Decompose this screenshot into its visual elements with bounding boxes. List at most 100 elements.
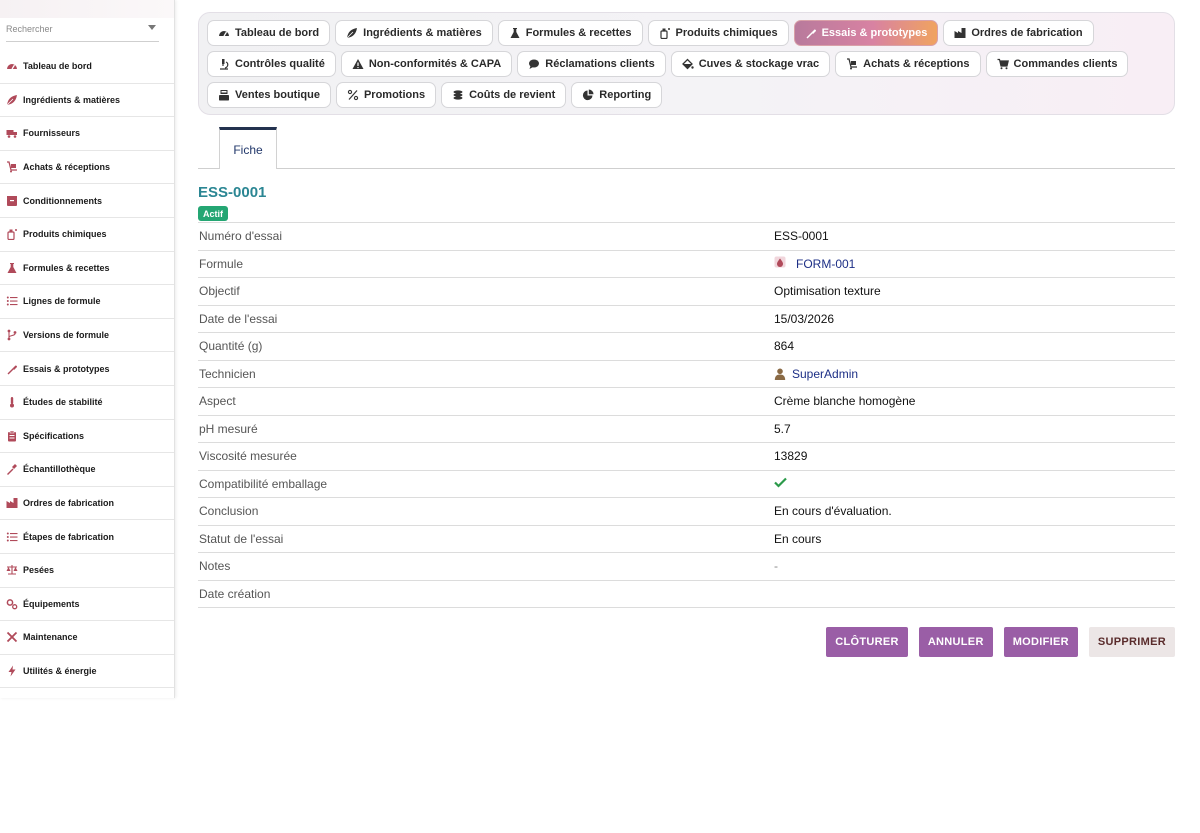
module-button[interactable]: Produits chimiques (647, 20, 789, 46)
field-value (774, 477, 787, 491)
module-button[interactable]: Reporting (571, 82, 663, 108)
list-icon (6, 295, 18, 307)
module-button[interactable]: Formules & recettes (497, 20, 643, 46)
module-button[interactable]: Cuves & stockage vrac (670, 51, 831, 77)
field-row: Notes - (198, 553, 1175, 581)
module-button[interactable]: Promotions (335, 82, 437, 108)
sidebar-item-label: Échantillothèque (23, 464, 96, 475)
sidebar-item[interactable]: Lignes de formule (0, 285, 174, 319)
sidebar-item[interactable]: Achats & réceptions (0, 151, 174, 185)
field-row: Date création (198, 581, 1175, 608)
sidebar-item[interactable]: Conditionnements (0, 184, 174, 218)
module-button[interactable]: Ordres de fabrication (943, 20, 1094, 46)
field-row: Date de l'essai 15/03/2026 (198, 306, 1175, 333)
module-button-label: Reporting (599, 89, 652, 101)
sidebar-item[interactable]: Équipements (0, 588, 174, 622)
sidebar-item-label: Spécifications (23, 430, 85, 441)
field-row: Technicien SuperAdmin (198, 361, 1175, 388)
field-row: Objectif Optimisation texture (198, 278, 1175, 306)
field-value-text: 13829 (774, 449, 808, 464)
module-button[interactable]: Contrôles qualité (207, 51, 336, 77)
sidebar-item-label: Ingrédients & matières (23, 94, 121, 105)
sidebar-item[interactable]: Fournisseurs (0, 117, 174, 151)
module-button[interactable]: Commandes clients (985, 51, 1129, 77)
sidebar-item[interactable]: Étapes de fabrication (0, 520, 174, 554)
technician-link[interactable]: SuperAdmin (792, 367, 858, 381)
field-value-text: Crème blanche homogène (774, 394, 916, 409)
user-icon (774, 368, 786, 380)
sidebar-item-label: Lignes de formule (23, 296, 101, 307)
module-bar: Tableau de bord Ingrédients & matières For… (198, 12, 1175, 115)
sidebar-item[interactable]: Formules & recettes (0, 252, 174, 286)
field-label: Viscosité mesurée (199, 449, 297, 464)
module-button[interactable]: Non-conformités & CAPA (340, 51, 513, 77)
module-button-label: Coûts de revient (469, 89, 556, 101)
sidebar-item[interactable]: Maintenance (0, 621, 174, 655)
sidebar-item[interactable]: Versions de formule (0, 319, 174, 353)
sidebar-item[interactable]: Essais & prototypes (0, 352, 174, 386)
sidebar-item-label: Achats & réceptions (23, 162, 111, 173)
field-row: Statut de l'essai En cours (198, 526, 1175, 553)
module-button[interactable]: Réclamations clients (517, 51, 666, 77)
tools-icon (6, 631, 18, 643)
tab-bar: Fiche (198, 127, 1175, 169)
module-button[interactable]: Tableau de bord (207, 20, 331, 46)
field-label: Aspect (199, 394, 236, 409)
dashboard-icon (218, 27, 230, 39)
status-badge: Actif (198, 206, 228, 221)
sidebar-item[interactable]: Produits chimiques (0, 218, 174, 252)
sidebar-item[interactable]: Échantillothèque (0, 453, 174, 487)
sidebar-item[interactable]: Pesées (0, 554, 174, 588)
search-input[interactable] (6, 18, 159, 40)
sidebar-item-label: Versions de formule (23, 330, 110, 341)
module-button-label: Promotions (363, 89, 426, 101)
field-label: Conclusion (199, 504, 259, 519)
cash-register-icon (218, 89, 230, 101)
sidebar-item[interactable]: Tableau de bord (0, 50, 174, 84)
sidebar-item[interactable]: Ingrédients & matières (0, 84, 174, 118)
field-label: Quantité (g) (199, 339, 263, 354)
modifier-button[interactable]: MODIFIER (1003, 627, 1078, 657)
check-icon (774, 477, 787, 491)
field-value-text: 5.7 (774, 421, 791, 436)
field-value-text: ESS-0001 (774, 229, 829, 244)
sidebar-item[interactable]: Ordres de fabrication (0, 487, 174, 521)
scale-icon (6, 564, 18, 576)
module-button[interactable]: Ventes boutique (207, 82, 331, 108)
chevron-down-icon[interactable] (148, 25, 156, 30)
sidebar-item-label: Étapes de fabrication (23, 531, 115, 542)
sidebar-item[interactable]: Utilités & énergie (0, 655, 174, 689)
cloturer-button[interactable]: CLÔTURER (826, 627, 908, 657)
module-button-label: Réclamations clients (545, 58, 655, 70)
module-button-label: Commandes clients (1013, 58, 1118, 70)
microscope-icon (218, 58, 230, 70)
supprimer-button[interactable]: SUPPRIMER (1088, 627, 1175, 657)
annuler-button[interactable]: ANNULER (918, 627, 993, 657)
module-button-label: Essais & prototypes (821, 27, 928, 39)
leaf-icon (346, 27, 358, 39)
tab-fiche[interactable]: Fiche (219, 127, 277, 169)
sidebar-item-label: Tableau de bord (23, 61, 92, 72)
field-value: 864 (774, 339, 794, 353)
bolt-icon (6, 665, 18, 677)
field-label: Formule (199, 256, 244, 271)
sidebar-item[interactable]: Spécifications (0, 420, 174, 454)
module-button-label: Non-conformités & CAPA (368, 58, 502, 70)
module-row: Contrôles qualité Non-conformités & CAPA R… (207, 51, 1166, 77)
module-button[interactable]: Coûts de revient (441, 82, 567, 108)
module-button[interactable]: Essais & prototypes (793, 20, 939, 46)
pie-chart-icon (582, 89, 594, 101)
module-button[interactable]: Achats & réceptions (835, 51, 981, 77)
chemical-bottle-icon (6, 228, 18, 241)
field-value: SuperAdmin (774, 367, 858, 381)
search-box[interactable] (6, 18, 159, 42)
field-value: En cours (774, 532, 821, 546)
sidebar-item-label: Utilités & énergie (23, 665, 97, 676)
field-value: - (774, 559, 778, 573)
sidebar-item-label: Formules & recettes (23, 262, 110, 273)
formula-link[interactable]: FORM-001 (796, 257, 855, 271)
record-title: ESS-0001 (198, 184, 267, 201)
module-button[interactable]: Ingrédients & matières (335, 20, 493, 46)
sidebar-item[interactable]: Études de stabilité (0, 386, 174, 420)
field-row: Compatibilité emballage (198, 471, 1175, 498)
